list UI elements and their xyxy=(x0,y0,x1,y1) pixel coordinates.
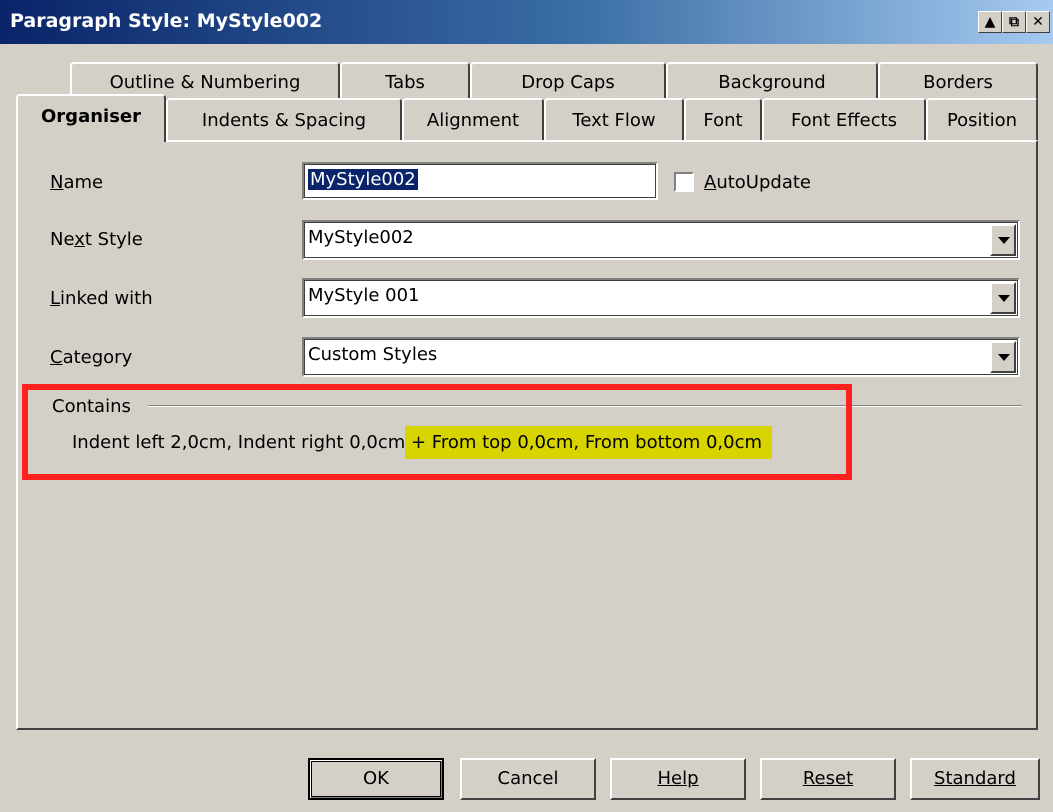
tab-borders[interactable]: Borders xyxy=(878,62,1038,102)
tab-label: Drop Caps xyxy=(521,72,615,93)
help-arrow-icon[interactable]: ▲ xyxy=(978,11,1002,33)
close-icon[interactable]: ✕ xyxy=(1026,11,1050,33)
tab-font[interactable]: Font xyxy=(684,98,762,142)
maximize-icon[interactable]: ⧉ xyxy=(1002,11,1026,33)
standard-button[interactable]: Standard xyxy=(910,758,1040,800)
tab-label: Background xyxy=(718,72,826,93)
reset-label: Reset xyxy=(802,768,854,789)
next-style-value: MyStyle002 xyxy=(308,227,414,248)
reset-button[interactable]: Reset xyxy=(760,758,896,800)
category-value: Custom Styles xyxy=(308,344,438,365)
help-button[interactable]: Help xyxy=(610,758,746,800)
tab-alignment[interactable]: Alignment xyxy=(402,98,544,142)
title-bar[interactable]: Paragraph Style: MyStyle002 ▲ ⧉ ✕ xyxy=(0,0,1053,44)
tab-position[interactable]: Position xyxy=(926,98,1038,142)
ok-button[interactable]: OK xyxy=(308,758,444,800)
category-select[interactable]: Custom Styles xyxy=(302,337,1020,377)
tab-label: Outline & Numbering xyxy=(109,72,301,93)
tab-drop-caps[interactable]: Drop Caps xyxy=(470,62,666,102)
linked-with-select[interactable]: MyStyle 001 xyxy=(302,278,1020,318)
tab-background[interactable]: Background xyxy=(666,62,878,102)
tab-label: Tabs xyxy=(385,72,425,93)
chevron-down-icon[interactable] xyxy=(990,341,1016,373)
tab-label: Indents & Spacing xyxy=(201,110,367,131)
tab-text-flow[interactable]: Text Flow xyxy=(544,98,684,142)
tab-label: Borders xyxy=(923,72,993,93)
chevron-down-icon[interactable] xyxy=(990,224,1016,256)
help-label: Help xyxy=(657,768,699,789)
standard-label: Standard xyxy=(934,768,1016,789)
tab-label: Font xyxy=(703,110,743,131)
name-value: MyStyle002 xyxy=(307,168,419,191)
tab-label: Font Effects xyxy=(790,110,898,131)
tab-label: Organiser xyxy=(41,106,141,127)
tab-indents-spacing[interactable]: Indents & Spacing xyxy=(166,98,402,142)
chevron-down-icon[interactable] xyxy=(990,282,1016,314)
tab-font-effects[interactable]: Font Effects xyxy=(762,98,926,142)
tab-label: Text Flow xyxy=(572,110,656,131)
linked-with-value: MyStyle 001 xyxy=(308,285,420,306)
name-input[interactable]: MyStyle002 xyxy=(302,162,658,200)
next-style-select[interactable]: MyStyle002 xyxy=(302,220,1020,260)
tab-tabs[interactable]: Tabs xyxy=(340,62,470,102)
tab-label: Position xyxy=(946,110,1018,131)
window-title: Paragraph Style: MyStyle002 xyxy=(10,10,323,32)
tab-organiser[interactable]: Organiser xyxy=(16,94,166,142)
autoupdate-checkbox[interactable] xyxy=(674,172,694,192)
tab-label: Alignment xyxy=(426,110,520,131)
cancel-button[interactable]: Cancel xyxy=(460,758,596,800)
